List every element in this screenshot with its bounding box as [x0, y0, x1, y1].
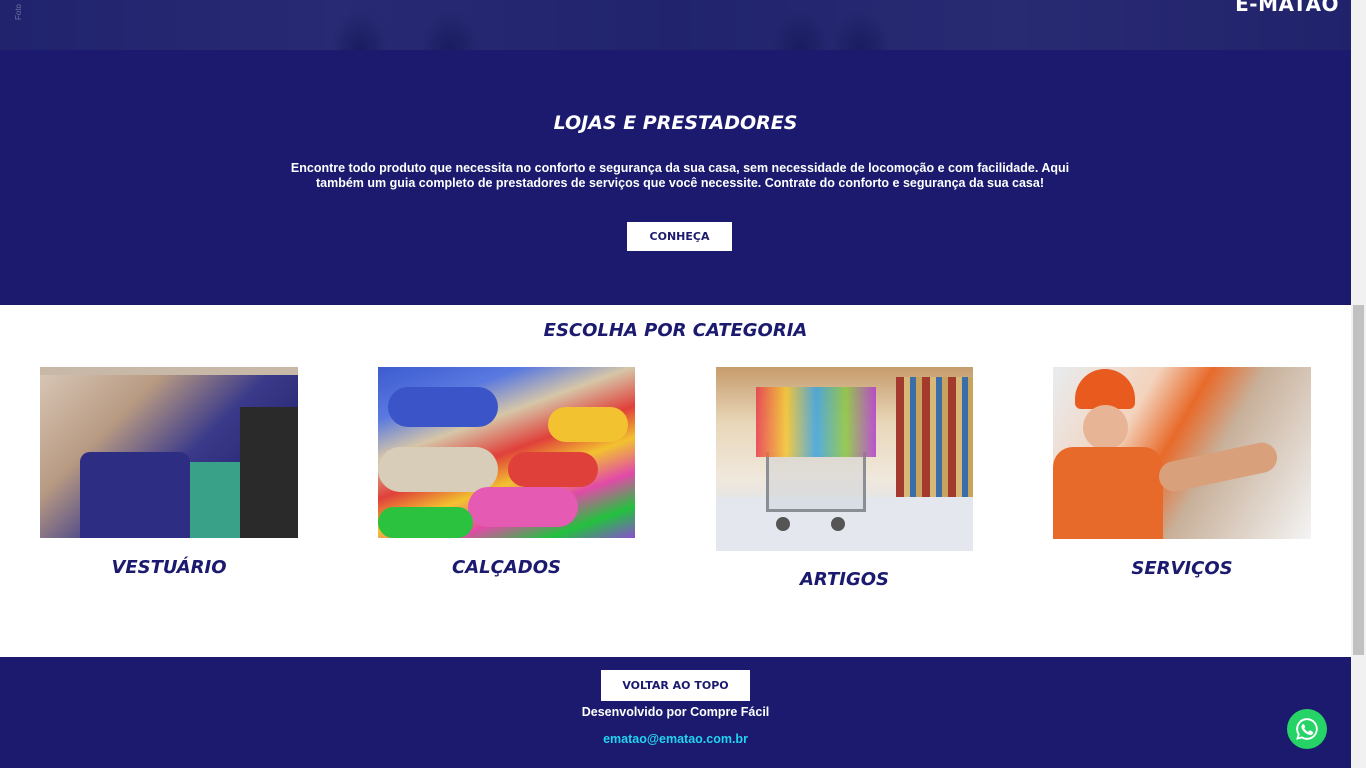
developed-by-text: Desenvolvido por Compre Fácil	[581, 705, 770, 719]
whatsapp-button[interactable]	[1287, 709, 1327, 749]
stationery-shape	[756, 387, 876, 457]
category-card-calcados[interactable]: CALÇADOS	[378, 367, 635, 582]
page-scrollbar[interactable]	[1351, 0, 1366, 768]
shirt-shape	[190, 462, 240, 538]
category-label-vestuario[interactable]: VESTUÁRIO	[40, 557, 298, 578]
back-to-top-button[interactable]: VOLTAR AO TOPO	[601, 670, 750, 701]
category-image-shoes[interactable]	[378, 367, 635, 538]
brand-logo[interactable]: E-MATAO	[1235, 0, 1339, 16]
category-card-servicos[interactable]: SERVIÇOS	[1053, 367, 1311, 582]
banner-overlay	[0, 0, 1351, 50]
category-label-artigos[interactable]: ARTIGOS	[716, 569, 973, 590]
cart-wheel	[776, 517, 790, 531]
shoe-shape	[508, 452, 598, 487]
shirt-shape	[80, 452, 190, 538]
scrollbar-thumb[interactable]	[1353, 305, 1364, 655]
whatsapp-icon	[1296, 718, 1318, 740]
intro-title: LOJAS E PRESTADORES	[553, 112, 798, 134]
shoe-shape	[378, 447, 498, 492]
category-image-services[interactable]	[1053, 367, 1311, 539]
shoe-shape	[388, 387, 498, 427]
hard-hat-shape	[1075, 369, 1135, 409]
handshake-shape	[1156, 439, 1280, 495]
shoe-shape	[378, 507, 473, 538]
footer: VOLTAR AO TOPO Desenvolvido por Compre F…	[0, 657, 1351, 768]
photo-credit: Foto	[14, 4, 23, 21]
cart-wheel	[831, 517, 845, 531]
shopping-cart-shape	[766, 452, 866, 512]
hero-banner: Foto E-MATAO	[0, 0, 1351, 50]
intro-description: Encontre todo produto que necessita no c…	[290, 161, 1070, 190]
shirt-shape	[240, 407, 298, 538]
category-card-artigos[interactable]: ARTIGOS	[716, 367, 973, 594]
category-label-servicos[interactable]: SERVIÇOS	[1053, 558, 1311, 579]
email-link[interactable]: ematao@ematao.com.br	[0, 732, 1351, 746]
shoe-shape	[468, 487, 578, 527]
vest-shape	[1053, 447, 1163, 539]
category-label-calcados[interactable]: CALÇADOS	[378, 557, 635, 578]
clothes-rack-bar	[40, 367, 298, 375]
know-more-button[interactable]: CONHEÇA	[627, 222, 732, 251]
category-image-clothes[interactable]	[40, 367, 298, 538]
shoe-shape	[548, 407, 628, 442]
intro-section: LOJAS E PRESTADORES Encontre todo produt…	[0, 50, 1351, 305]
category-image-articles[interactable]	[716, 367, 973, 551]
categories-title: ESCOLHA POR CATEGORIA	[543, 320, 808, 341]
category-card-vestuario[interactable]: VESTUÁRIO	[40, 367, 298, 582]
face-shape	[1083, 405, 1128, 450]
